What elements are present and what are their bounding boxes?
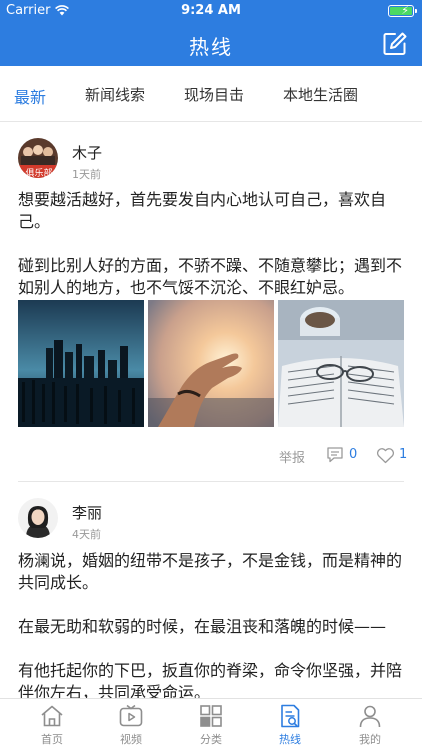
category-icon — [200, 705, 222, 727]
comment-count: 0 — [349, 447, 358, 462]
photo-grid — [18, 300, 404, 427]
tabbar-label: 分类 — [200, 733, 222, 746]
tabbar-label: 热线 — [279, 733, 301, 746]
like-count: 1 — [399, 447, 408, 462]
tab-news-tips[interactable]: 新闻线索 — [85, 84, 145, 105]
post-content[interactable]: 想要越活越好，首先要发自内心地认可自己，喜欢自己。 碰到比别人好的方面，不骄不躁… — [18, 189, 406, 299]
category-tabs: 最新 新闻线索 现场目击 本地生活圈 — [0, 66, 422, 122]
tabbar-hotline[interactable]: 热线 — [258, 703, 322, 747]
author-name[interactable]: 木子 — [72, 142, 102, 163]
post-actions: 举报 0 1 — [0, 446, 422, 466]
post-content[interactable]: 杨澜说，婚姻的纽带不是孩子，不是金钱，而是精神的共同成长。 在最无助和软弱的时候… — [18, 550, 406, 704]
tabbar-label: 我的 — [359, 733, 381, 746]
bottom-tab-bar: 首页 视频 分类 热线 我的 — [0, 698, 422, 750]
charging-icon: ⚡ — [401, 4, 409, 17]
tabbar-label: 首页 — [41, 733, 63, 746]
status-bar: Carrier 9:24 AM ⚡ — [0, 0, 422, 22]
nav-bar: 热线 — [0, 22, 422, 66]
book-glasses-photo[interactable] — [278, 300, 404, 427]
profile-icon — [359, 705, 381, 728]
clock: 9:24 AM — [181, 3, 241, 18]
hand-sunset-photo[interactable] — [148, 300, 274, 427]
hotline-icon — [281, 704, 300, 728]
tab-local-life[interactable]: 本地生活圈 — [283, 84, 358, 105]
avatar[interactable] — [18, 498, 58, 538]
comment-icon[interactable] — [326, 446, 344, 464]
post-divider — [18, 481, 404, 482]
video-icon — [119, 704, 143, 727]
tabbar-home[interactable]: 首页 — [20, 703, 84, 747]
tabbar-profile[interactable]: 我的 — [338, 703, 402, 747]
tab-latest[interactable]: 最新 — [14, 84, 46, 108]
tabbar-label: 视频 — [120, 733, 142, 746]
like-icon[interactable] — [376, 447, 395, 464]
author-name[interactable]: 李丽 — [72, 502, 102, 523]
city-skyline-photo[interactable] — [18, 300, 144, 427]
portrait-avatar — [18, 498, 58, 538]
post-time: 1天前 — [72, 168, 101, 181]
page-title: 热线 — [189, 35, 233, 59]
edit-icon[interactable] — [382, 31, 408, 57]
tab-eyewitness[interactable]: 现场目击 — [184, 84, 244, 105]
tabbar-category[interactable]: 分类 — [179, 703, 243, 747]
report-button[interactable]: 举报 — [279, 447, 305, 466]
home-icon — [41, 705, 63, 727]
post-time: 4天前 — [72, 528, 101, 541]
avatar-label: 俱乐部 — [25, 169, 53, 179]
tabbar-video[interactable]: 视频 — [99, 703, 163, 747]
